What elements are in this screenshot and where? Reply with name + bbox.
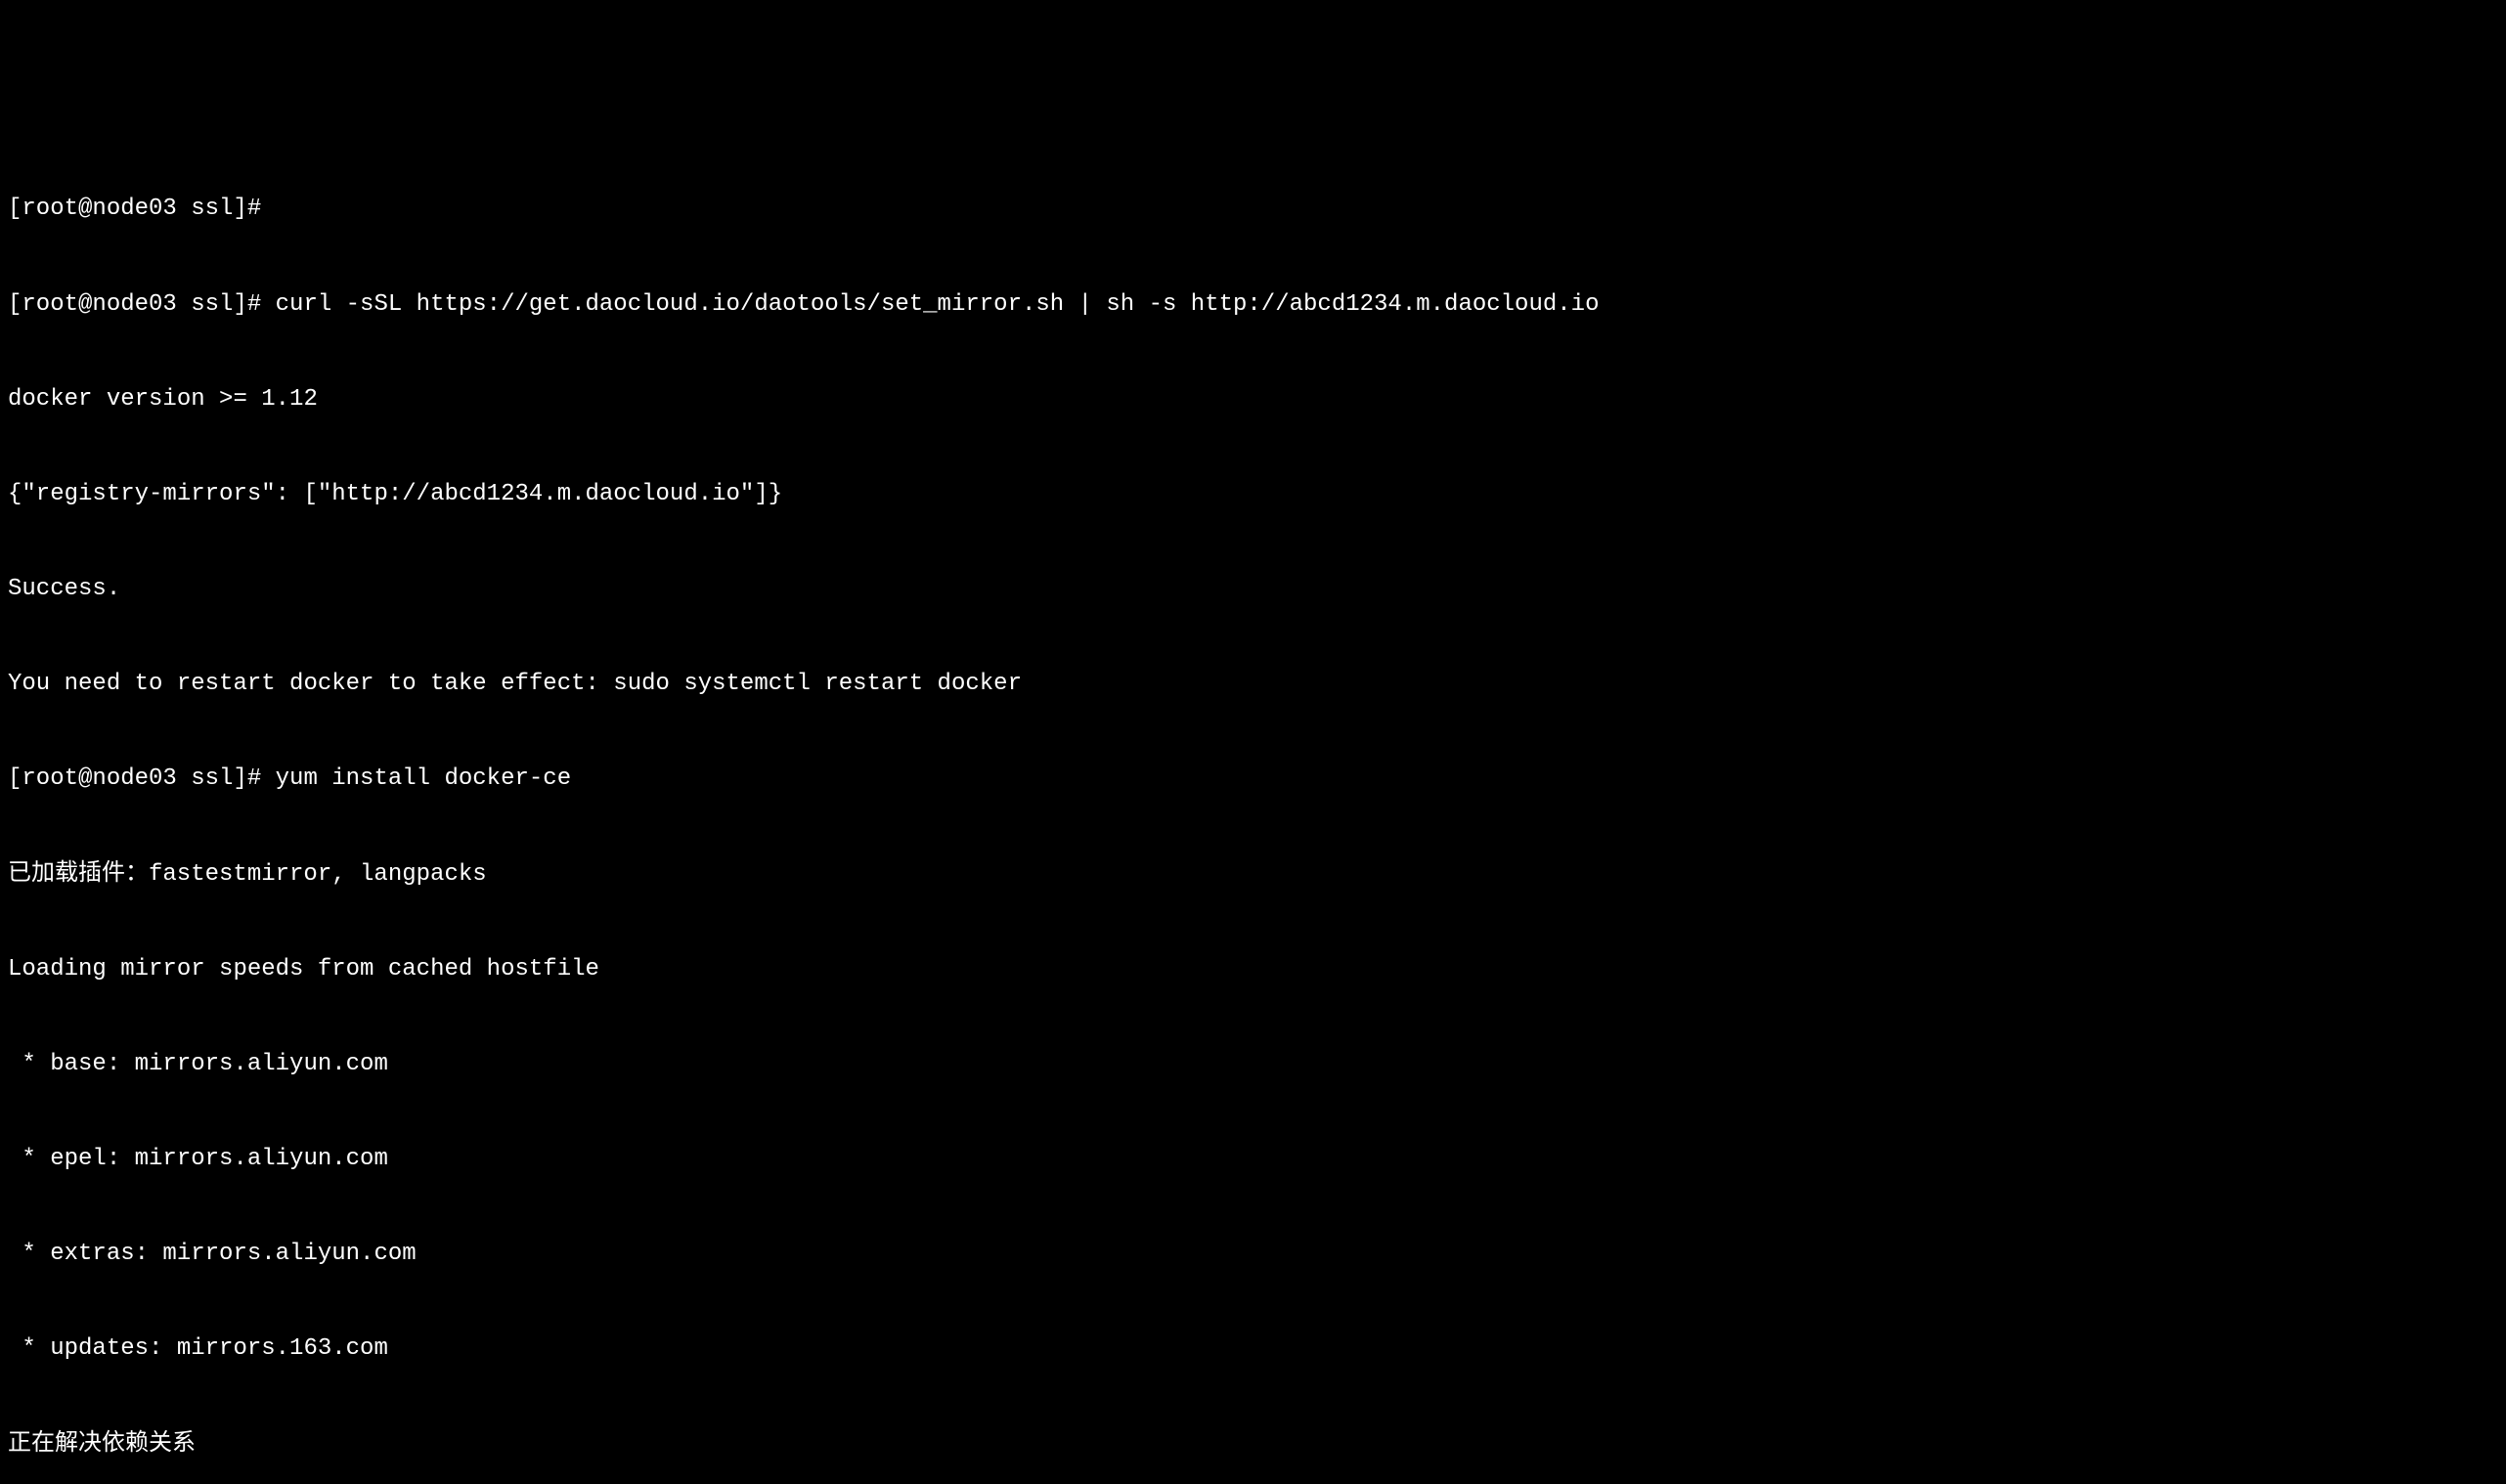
terminal-line: * epel: mirrors.aliyun.com: [8, 1144, 2498, 1175]
terminal-line: Success.: [8, 574, 2498, 605]
terminal-line: [root@node03 ssl]# curl -sSL https://get…: [8, 289, 2498, 321]
terminal-line: [root@node03 ssl]#: [8, 194, 2498, 225]
terminal-line: 已加载插件：fastestmirror, langpacks: [8, 859, 2498, 891]
terminal-line: * updates: mirrors.163.com: [8, 1333, 2498, 1365]
terminal-line: [root@node03 ssl]# yum install docker-ce: [8, 764, 2498, 795]
terminal-window[interactable]: [root@node03 ssl]# [root@node03 ssl]# cu…: [8, 131, 2498, 1484]
terminal-line: docker version >= 1.12: [8, 384, 2498, 415]
terminal-line: 正在解决依赖关系: [8, 1429, 2498, 1461]
terminal-line: Loading mirror speeds from cached hostfi…: [8, 954, 2498, 985]
terminal-line: * extras: mirrors.aliyun.com: [8, 1239, 2498, 1270]
terminal-line: {"registry-mirrors": ["http://abcd1234.m…: [8, 479, 2498, 510]
terminal-line: You need to restart docker to take effec…: [8, 669, 2498, 700]
terminal-line: * base: mirrors.aliyun.com: [8, 1049, 2498, 1080]
